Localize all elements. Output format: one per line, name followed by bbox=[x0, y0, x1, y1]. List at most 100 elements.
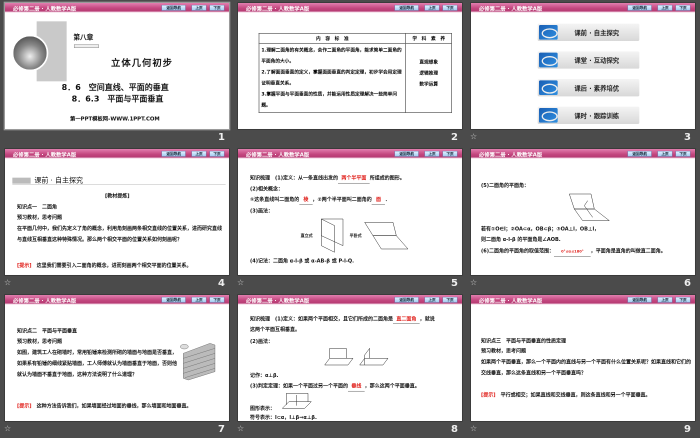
next-page-button[interactable]: 下页 bbox=[675, 4, 691, 11]
hint-text: 这里我们需要引入二面角的概念，进而刻画两个相交平面的位置关系。 bbox=[36, 262, 192, 269]
hint-label: [提示] bbox=[16, 262, 32, 269]
menu-button-practice[interactable]: 课时 · 跟踪训练 bbox=[537, 106, 640, 124]
header-title: 必修第二册 · 人教数学A版 bbox=[245, 297, 310, 304]
prev-page-button[interactable]: 上页 bbox=[424, 150, 440, 157]
conclusion-text: 则二面角 α-l-β 的平面角是∠AOB. bbox=[480, 236, 561, 243]
back-nav-button[interactable]: 返回导航 bbox=[161, 150, 186, 157]
prev-page-button[interactable]: 上页 bbox=[424, 296, 440, 303]
slide-header: 必修第二册 · 人教数学A版 返回导航 上页 下页 bbox=[238, 3, 462, 13]
definition-text-end: 这两个平面互相垂直。 bbox=[249, 326, 300, 333]
next-page-button[interactable]: 下页 bbox=[442, 4, 458, 11]
slide-number: 4 bbox=[218, 278, 225, 289]
slide-thumbnail-1[interactable]: 必修第二册 · 人教数学A版 返回导航 上页 下页 第八章 立体几何初步 8．6 空间… bbox=[0, 0, 233, 146]
next-page-button[interactable]: 下页 bbox=[442, 150, 458, 157]
chapter-subtitle-box bbox=[73, 44, 99, 48]
slide-header: 必修第二册 · 人教数学A版 返回导航 上页 下页 bbox=[5, 149, 229, 159]
definition-text: 知识梳理 (1)定义：如果两个平面相交，且它们所成的二面角是 bbox=[249, 315, 394, 322]
drawing-heading: (2)画法： bbox=[249, 338, 274, 345]
definition-text-end: 所组成的图形。 bbox=[369, 174, 405, 181]
standards-table: 内 容 标 准学 科 素 养 1.理解二面角的有关概念，会作二面角的平面角，能求… bbox=[258, 32, 452, 113]
back-nav-button[interactable]: 返回导航 bbox=[161, 4, 186, 11]
theorem-text: (3)判定定理：如果一个平面过另一个平面的 bbox=[249, 382, 349, 389]
slide-5[interactable]: 必修第二册 · 人教数学A版 返回导航 上页 下页 知识梳理 (1)定义：从一条直线出… bbox=[238, 149, 462, 275]
prev-page-button[interactable]: 上页 bbox=[657, 296, 673, 303]
next-page-button[interactable]: 下页 bbox=[675, 150, 691, 157]
slide-number: 5 bbox=[451, 278, 458, 289]
prev-page-button[interactable]: 上页 bbox=[657, 150, 673, 157]
slide-thumbnail-3[interactable]: 必修第二册 · 人教数学A版 返回导航 上页 下页 课前 · 自主探究 课堂 · 互动… bbox=[466, 0, 699, 146]
slide-2[interactable]: 必修第二册 · 人教数学A版 返回导航 上页 下页 内 容 标 准学 科 素 养 1.… bbox=[238, 3, 462, 129]
slide-thumbnail-9[interactable]: 必修第二册 · 人教数学A版 返回导航 上页 下页 知识点三 平面与平面垂直的性质定理… bbox=[466, 292, 699, 438]
slide-6[interactable]: 必修第二册 · 人教数学A版 返回导航 上页 下页 (5)二面角的平面角： 若有①O∈… bbox=[471, 149, 695, 275]
slide-4[interactable]: 必修第二册 · 人教数学A版 返回导航 上页 下页 课前 · 自主探究 [教材提炼] … bbox=[5, 149, 229, 275]
next-page-button[interactable]: 下页 bbox=[675, 296, 691, 303]
slide-number: 6 bbox=[684, 278, 691, 289]
slide-9[interactable]: 必修第二册 · 人教数学A版 返回导航 上页 下页 知识点三 平面与平面垂直的性质定理… bbox=[471, 295, 695, 421]
back-nav-button[interactable]: 返回导航 bbox=[394, 150, 419, 157]
slide-thumbnail-6[interactable]: 必修第二册 · 人教数学A版 返回导航 上页 下页 (5)二面角的平面角： 若有①O∈… bbox=[466, 146, 699, 292]
condition-text: 若有①O∈l；②OA⊂α，OB⊂β；③OA⊥l，OB⊥l， bbox=[480, 225, 600, 232]
slide-8[interactable]: 必修第二册 · 人教数学A版 返回导航 上页 下页 知识梳理 (1)定义：如果两个平面… bbox=[238, 295, 462, 421]
slide-thumbnail-2[interactable]: 必修第二册 · 人教数学A版 返回导航 上页 下页 内 容 标 准学 科 素 养 1.… bbox=[233, 0, 466, 146]
range-text: (6)二面角的平面角的取值范围： bbox=[480, 247, 555, 254]
theorem-figure bbox=[281, 393, 312, 409]
slide-thumbnail-4[interactable]: 必修第二册 · 人教数学A版 返回导航 上页 下页 课前 · 自主探究 [教材提炼] … bbox=[0, 146, 233, 292]
animation-icon[interactable]: ☆ bbox=[237, 278, 244, 287]
animation-icon[interactable]: ☆ bbox=[470, 424, 477, 433]
menu-button-after-class[interactable]: 课后 · 素养培优 bbox=[537, 78, 640, 97]
menu-button-pre-class[interactable]: 课前 · 自主探究 bbox=[537, 23, 640, 41]
range-text-end: ，平面角是直角的叫做直二面角。 bbox=[590, 247, 666, 254]
slide-1[interactable]: 必修第二册 · 人教数学A版 返回导航 上页 下页 第八章 立体几何初步 8．6 空间… bbox=[5, 3, 229, 129]
menu-label: 课后 · 素养培优 bbox=[574, 84, 620, 92]
hint-text: 平行或相交；如果直线和交线垂直，则这条直线和另一个平面垂直。 bbox=[500, 391, 651, 398]
knowledge-point: 知识点一 二面角 bbox=[16, 203, 58, 210]
back-nav-button[interactable]: 返回导航 bbox=[161, 296, 186, 303]
animation-icon[interactable]: ☆ bbox=[4, 424, 11, 433]
slide-thumbnail-7[interactable]: 必修第二册 · 人教数学A版 返回导航 上页 下页 知识点二 平面与平面垂直 预习教材… bbox=[0, 292, 233, 438]
slide-number: 1 bbox=[218, 132, 225, 143]
section-marker bbox=[12, 177, 31, 184]
slide-header: 必修第二册 · 人教数学A版 返回导航 上页 下页 bbox=[471, 295, 695, 305]
back-nav-button[interactable]: 返回导航 bbox=[627, 296, 652, 303]
animation-icon[interactable]: ☆ bbox=[470, 132, 477, 141]
prompt-text: 预习教材，思考问题 bbox=[16, 338, 62, 345]
animation-icon[interactable]: ☆ bbox=[470, 278, 477, 287]
answer-blank: 垂线 bbox=[348, 381, 365, 392]
slide-number: 9 bbox=[684, 424, 691, 435]
prev-page-button[interactable]: 上页 bbox=[657, 4, 673, 11]
header-title: 必修第二册 · 人教数学A版 bbox=[12, 297, 77, 304]
animation-icon[interactable]: ☆ bbox=[237, 424, 244, 433]
table-header-content: 内 容 标 准 bbox=[258, 32, 406, 44]
menu-label: 课前 · 自主探究 bbox=[574, 29, 620, 37]
back-nav-button[interactable]: 返回导航 bbox=[627, 4, 652, 11]
next-page-button[interactable]: 下页 bbox=[209, 296, 225, 303]
slide-thumbnail-5[interactable]: 必修第二册 · 人教数学A版 返回导航 上页 下页 知识梳理 (1)定义：从一条直线出… bbox=[233, 146, 466, 292]
next-page-button[interactable]: 下页 bbox=[209, 150, 225, 157]
prev-page-button[interactable]: 上页 bbox=[424, 4, 440, 11]
answer-blank: 0°≤α≤180° bbox=[554, 246, 591, 257]
animation-icon[interactable]: ☆ bbox=[4, 278, 11, 287]
perpendicular-planes-figures bbox=[324, 347, 389, 366]
header-title: 必修第二册 · 人教数学A版 bbox=[478, 297, 543, 304]
concept-text: ，②两个半平面叫二面角的 bbox=[312, 196, 372, 203]
prev-page-button[interactable]: 上页 bbox=[191, 150, 207, 157]
question-text: 在平面几何中，我们先定义了角的概念，利用角刻画两条相交直线的位置关系，进而研究直… bbox=[16, 225, 222, 243]
definition-text: 知识梳理 (1)定义：从一条直线出发的 bbox=[249, 174, 339, 181]
slide-header: 必修第二册 · 人教数学A版 返回导航 上页 下页 bbox=[238, 295, 462, 305]
header-title: 必修第二册 · 人教数学A版 bbox=[12, 151, 77, 158]
slide-3[interactable]: 必修第二册 · 人教数学A版 返回导航 上页 下页 课前 · 自主探究 课堂 · 互动… bbox=[471, 3, 695, 129]
next-page-button[interactable]: 下页 bbox=[442, 296, 458, 303]
section-title: 8．6 空间直线、平面的垂直 bbox=[61, 82, 169, 92]
prev-page-button[interactable]: 上页 bbox=[191, 4, 207, 11]
table-header-literacy: 学 科 素 养 bbox=[405, 32, 452, 44]
back-nav-button[interactable]: 返回导航 bbox=[394, 296, 419, 303]
next-page-button[interactable]: 下页 bbox=[209, 4, 225, 11]
slide-header: 必修第二册 · 人教数学A版 返回导航 上页 下页 bbox=[238, 149, 462, 159]
footer-text: 第一PPT模板网-WWW.1PPT.COM bbox=[69, 115, 160, 122]
menu-button-in-class[interactable]: 课堂 · 互动探究 bbox=[537, 51, 640, 69]
prev-page-button[interactable]: 上页 bbox=[191, 296, 207, 303]
back-nav-button[interactable]: 返回导航 bbox=[627, 150, 652, 157]
back-nav-button[interactable]: 返回导航 bbox=[394, 4, 419, 11]
slide-7[interactable]: 必修第二册 · 人教数学A版 返回导航 上页 下页 知识点二 平面与平面垂直 预习教材… bbox=[5, 295, 229, 421]
slide-thumbnail-8[interactable]: 必修第二册 · 人教数学A版 返回导航 上页 下页 知识梳理 (1)定义：如果两个平面… bbox=[233, 292, 466, 438]
